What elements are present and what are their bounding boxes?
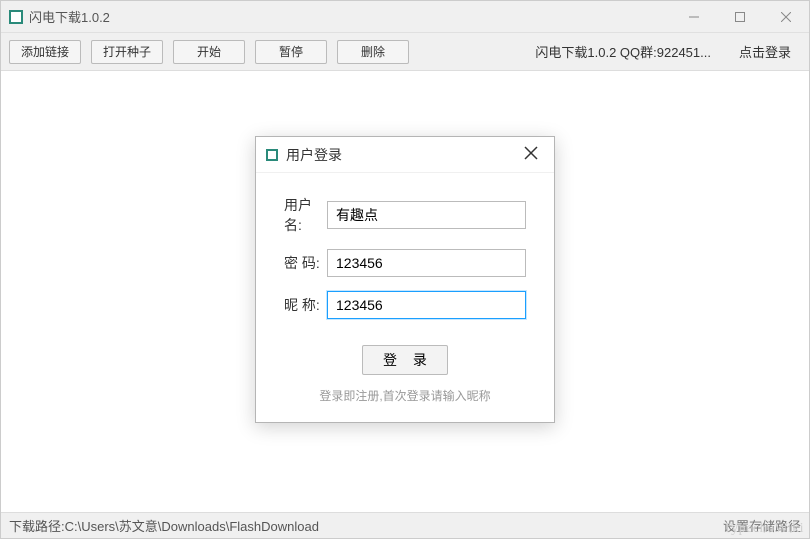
login-submit-button[interactable]: 登 录	[362, 345, 448, 375]
maximize-icon	[735, 12, 745, 22]
password-row: 密 码:	[284, 249, 526, 277]
close-icon	[781, 12, 791, 22]
app-info-text: 闪电下载1.0.2 QQ群:922451...	[535, 42, 711, 61]
minimize-button[interactable]	[671, 1, 717, 32]
username-row: 用户名:	[284, 195, 526, 235]
login-hint: 登录即注册,首次登录请输入昵称	[284, 387, 526, 404]
set-path-link[interactable]: 设置存储路径	[723, 516, 801, 535]
delete-button[interactable]: 删除	[337, 40, 409, 64]
login-dialog: 用户登录 用户名: 密 码: 昵 称:	[255, 136, 555, 423]
dialog-close-button[interactable]	[518, 142, 544, 167]
username-input[interactable]	[327, 201, 526, 229]
login-link[interactable]: 点击登录	[739, 42, 791, 61]
dialog-title-text: 用户登录	[286, 145, 518, 165]
dialog-body: 用户名: 密 码: 昵 称: 登 录 登录即注册,首次登录请输入昵称	[256, 173, 554, 422]
content-area: 用户登录 用户名: 密 码: 昵 称:	[1, 71, 809, 512]
app-icon	[9, 10, 23, 24]
main-window: 闪电下载1.0.2 添加链接 打开种子 开始 暂停 删除 闪电下载1.0.2 Q…	[0, 0, 810, 539]
start-button[interactable]: 开始	[173, 40, 245, 64]
titlebar: 闪电下载1.0.2	[1, 1, 809, 33]
nickname-label: 昵 称:	[284, 295, 327, 315]
add-link-button[interactable]: 添加链接	[9, 40, 81, 64]
password-label: 密 码:	[284, 253, 327, 273]
open-torrent-button[interactable]: 打开种子	[91, 40, 163, 64]
window-title: 闪电下载1.0.2	[29, 7, 671, 26]
nickname-input[interactable]	[327, 291, 526, 319]
dialog-icon	[266, 149, 278, 161]
toolbar: 添加链接 打开种子 开始 暂停 删除 闪电下载1.0.2 QQ群:922451.…	[1, 33, 809, 71]
window-controls	[671, 1, 809, 32]
statusbar: 下载路径:C:\Users\苏文意\Downloads\FlashDownloa…	[1, 512, 809, 538]
password-input[interactable]	[327, 249, 526, 277]
minimize-icon	[689, 12, 699, 22]
close-icon	[524, 146, 538, 160]
pause-button[interactable]: 暂停	[255, 40, 327, 64]
dialog-titlebar: 用户登录	[256, 137, 554, 173]
maximize-button[interactable]	[717, 1, 763, 32]
username-label: 用户名:	[284, 195, 327, 235]
close-button[interactable]	[763, 1, 809, 32]
nickname-row: 昵 称:	[284, 291, 526, 319]
login-button-row: 登 录	[284, 345, 526, 375]
download-path-text: 下载路径:C:\Users\苏文意\Downloads\FlashDownloa…	[9, 516, 319, 535]
